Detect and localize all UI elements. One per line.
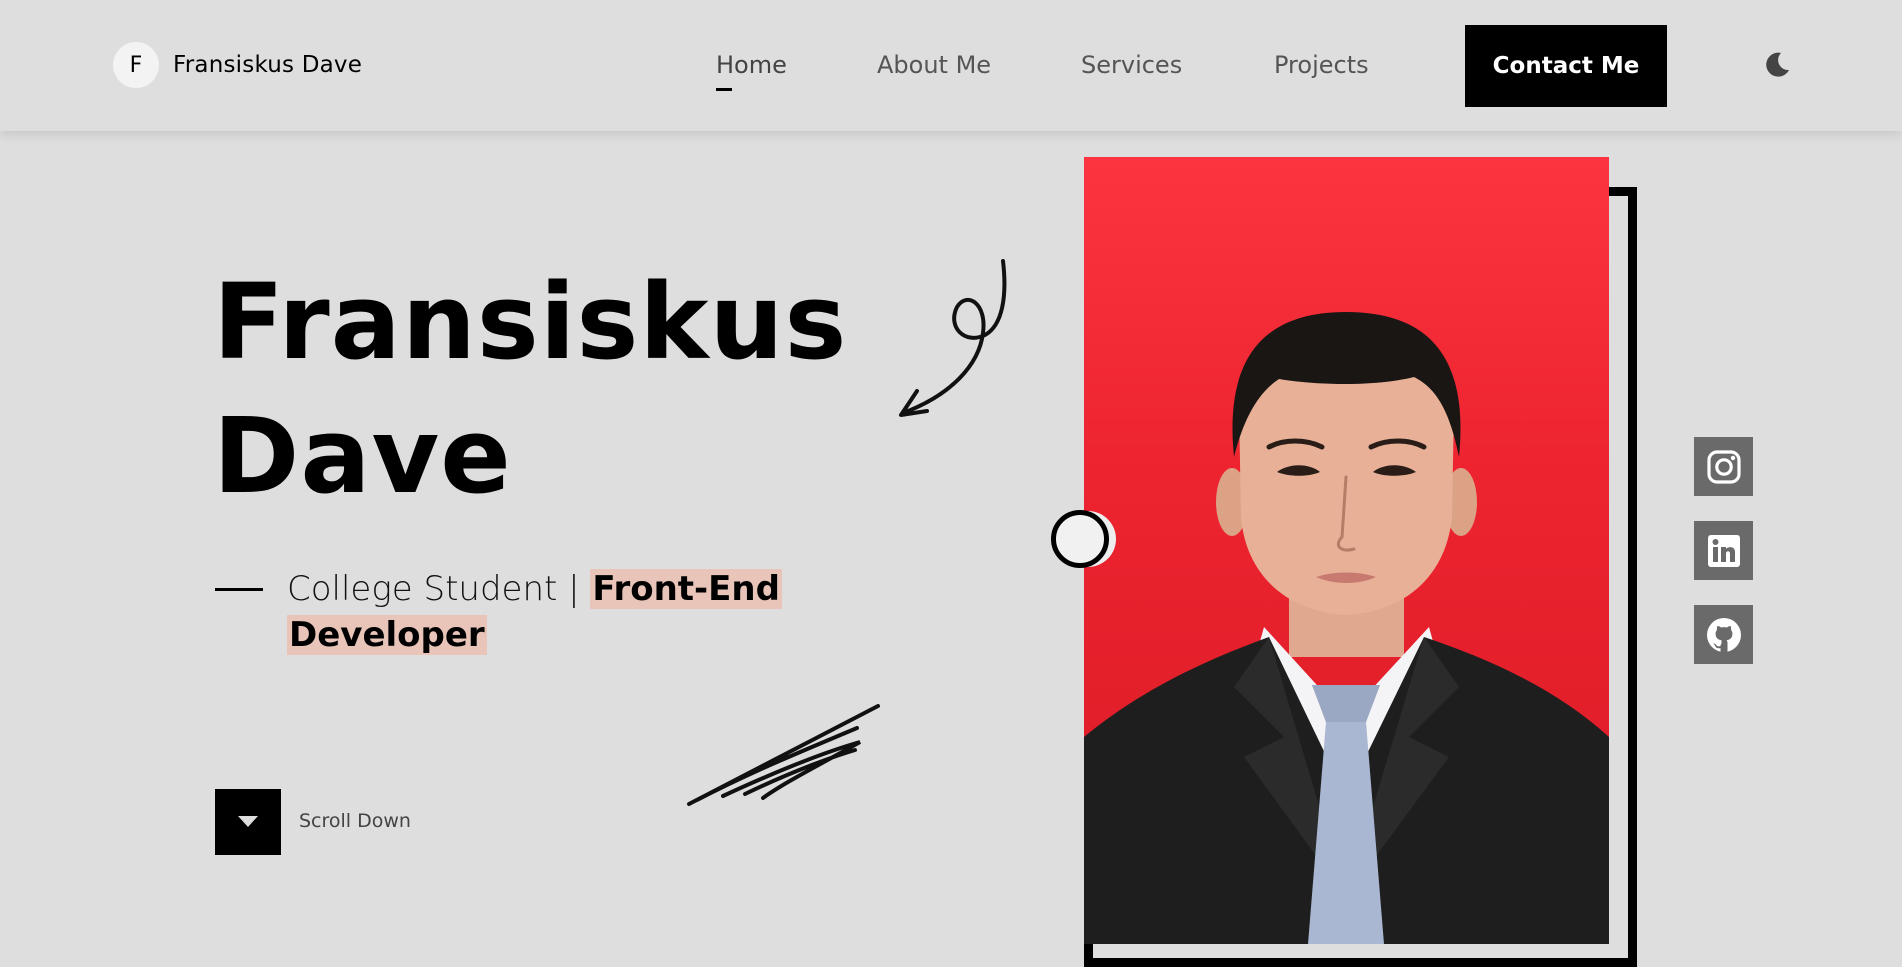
hero-title-line-2: Dave [213,395,512,517]
github-icon [1706,617,1741,652]
github-link[interactable] [1694,605,1753,664]
hero-subtitle: College Student | Front-End Developer [287,566,807,658]
nav-link-services[interactable]: Services [1081,51,1182,79]
scroll-down-label: Scroll Down [299,810,411,832]
nav-link-home[interactable]: Home [716,51,787,79]
subtitle-highlight-developer: Developer [287,615,487,655]
contact-me-button[interactable]: Contact Me [1465,25,1667,107]
instagram-link[interactable] [1694,437,1753,496]
squiggle-arrow-decoration [899,259,1007,417]
subtitle-dash [215,588,263,591]
caret-down-icon [238,816,258,827]
brand-name: Fransiskus Dave [173,52,363,78]
subtitle-role: College Student | [287,569,591,609]
brand-logo-link[interactable]: F Fransiskus Dave [113,42,362,88]
moon-icon [1766,52,1789,77]
instagram-icon [1706,449,1741,484]
portrait-photo [1084,157,1609,944]
linkedin-link[interactable] [1694,521,1753,580]
brand-initial-avatar: F [113,42,159,88]
active-nav-indicator [716,88,732,91]
person-portrait-illustration [1084,312,1609,944]
linkedin-icon [1707,534,1740,567]
scribble-decoration [687,704,880,806]
hero-title-line-1: Fransiskus [213,261,848,383]
nav-link-about-me[interactable]: About Me [877,51,991,79]
theme-toggle-button[interactable] [1762,50,1792,80]
nav-link-projects[interactable]: Projects [1274,51,1369,79]
site-header: F Fransiskus Dave Home About Me Services… [0,0,1902,131]
compare-slider-handle[interactable] [1051,510,1109,568]
hero-title: Fransiskus Dave [213,255,847,523]
scroll-down-button[interactable] [215,789,281,855]
subtitle-highlight-front-end: Front-End [590,569,782,609]
